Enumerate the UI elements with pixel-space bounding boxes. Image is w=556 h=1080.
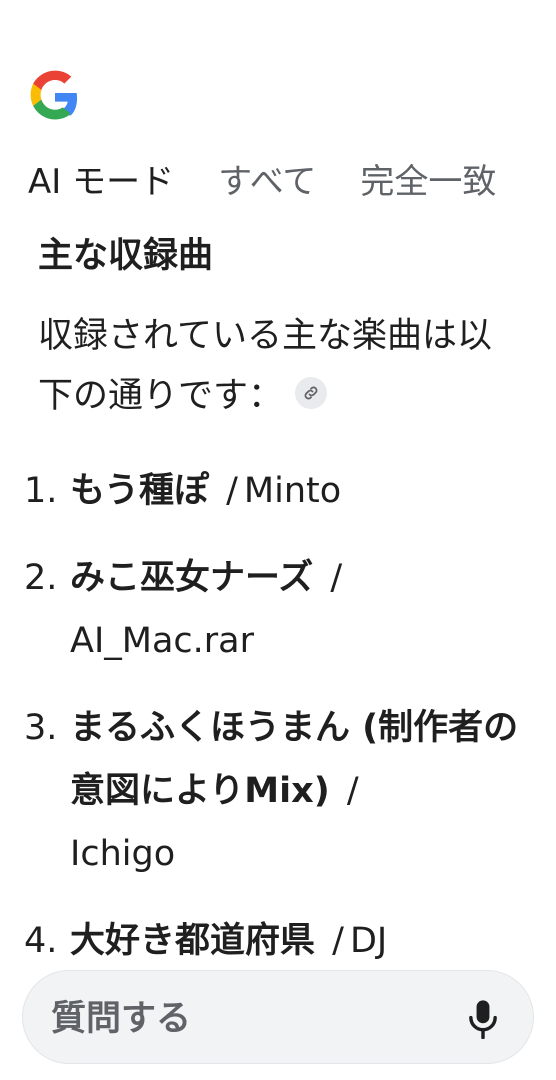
track-title: まるふくほうまん (制作者の意図によりMix) bbox=[70, 708, 519, 811]
track-artist: DJ bbox=[349, 921, 388, 961]
track-artist: AI_Mac.rar bbox=[70, 621, 255, 661]
track-separator: / bbox=[226, 471, 238, 511]
tab-ai-mode[interactable]: AI モード bbox=[28, 158, 174, 206]
answer-heading: 主な収録曲 bbox=[38, 236, 214, 276]
track-artist: Minto bbox=[243, 471, 342, 511]
tab-all[interactable]: すべて bbox=[218, 158, 316, 206]
search-mode-tabs: AI モード すべて 完全一致 bbox=[28, 158, 496, 206]
track-separator: / bbox=[330, 558, 343, 598]
answer-intro: 収録されている主な楽曲は以下の通りです： bbox=[38, 306, 524, 426]
track-title: みこ巫女ナーズ bbox=[70, 558, 314, 598]
track-list: 1. もう種ぽ / Minto 2. みこ巫女ナーズ / AI_Mac.rar 3.… bbox=[24, 460, 524, 997]
track-number: 3. bbox=[24, 708, 58, 748]
source-link-chip[interactable] bbox=[295, 377, 328, 409]
track-number: 2. bbox=[24, 558, 58, 598]
track-item: 4. 大好き都道府県 / DJ bbox=[24, 910, 524, 973]
track-title: 大好き都道府県 bbox=[70, 921, 316, 961]
ai-answer: 主な収録曲 収録されている主な楽曲は以下の通りです： bbox=[38, 226, 524, 426]
track-separator: / bbox=[332, 921, 344, 961]
track-item: 3. まるふくほうまん (制作者の意図によりMix) / Ichigo bbox=[24, 697, 524, 886]
track-title: もう種ぽ bbox=[70, 471, 209, 511]
track-number: 1. bbox=[24, 471, 58, 511]
track-separator: / bbox=[346, 771, 359, 811]
tab-exact-match[interactable]: 完全一致 bbox=[360, 158, 496, 206]
ask-input[interactable] bbox=[49, 991, 433, 1047]
link-icon bbox=[304, 386, 318, 400]
microphone-icon[interactable] bbox=[465, 999, 501, 1039]
track-item: 1. もう種ぽ / Minto bbox=[24, 460, 524, 523]
track-item: 2. みこ巫女ナーズ / AI_Mac.rar bbox=[24, 547, 524, 673]
app-screen: AI モード すべて 完全一致 主な収録曲 収録されている主な楽曲は以下の通りで… bbox=[0, 0, 556, 1080]
answer-intro-text: 収録されている主な楽曲は以下の通りです： bbox=[38, 316, 492, 416]
track-artist: Ichigo bbox=[70, 834, 176, 874]
google-logo-icon[interactable] bbox=[28, 70, 82, 124]
ask-bar[interactable] bbox=[22, 970, 534, 1064]
track-number: 4. bbox=[24, 921, 58, 961]
